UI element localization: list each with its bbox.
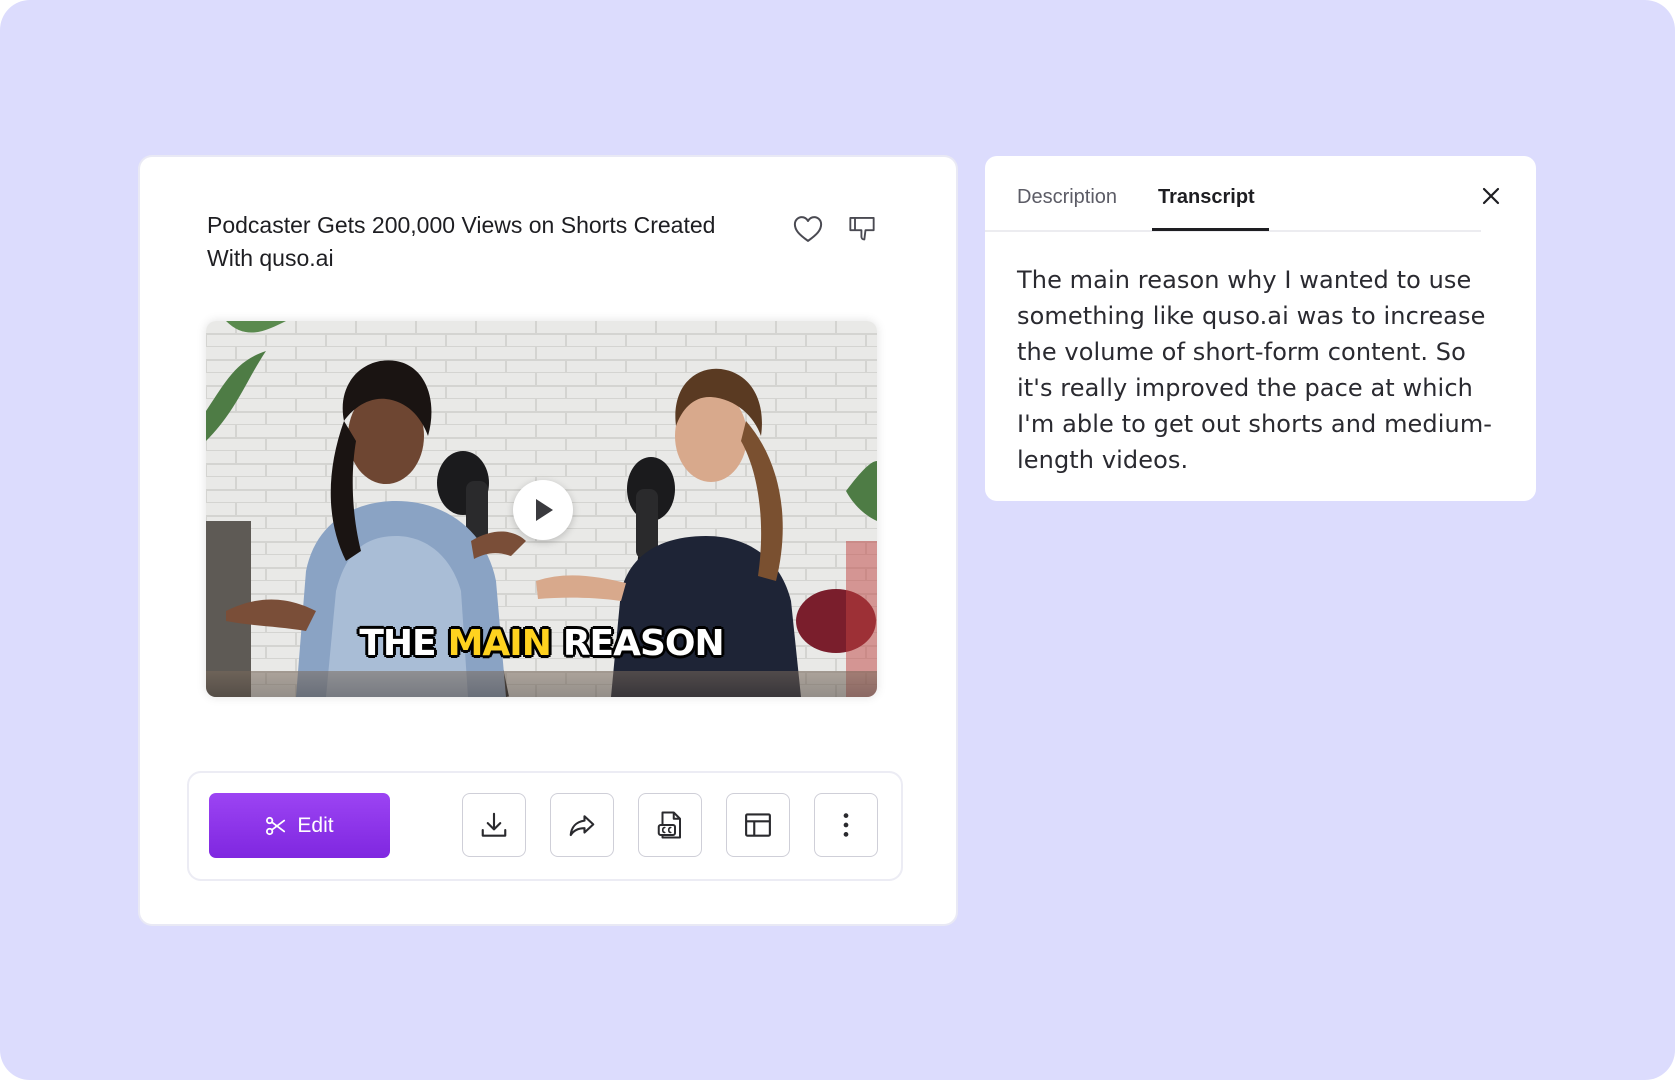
download-icon [481, 812, 507, 837]
download-button[interactable] [462, 793, 526, 857]
transcript-text: The main reason why I wanted to use some… [1017, 266, 1493, 474]
caption-word-highlight: MAIN [447, 623, 552, 664]
tab-transcript[interactable]: Transcript [1158, 186, 1255, 209]
more-options-button[interactable] [814, 793, 878, 857]
close-icon [1482, 187, 1500, 205]
video-title: Podcaster Gets 200,000 Views on Shorts C… [207, 212, 716, 271]
video-card: Podcaster Gets 200,000 Views on Shorts C… [140, 157, 956, 924]
share-icon [569, 815, 595, 837]
active-tab-indicator [1152, 228, 1269, 231]
dislike-button[interactable] [844, 211, 880, 247]
close-button[interactable] [1477, 182, 1505, 210]
captions-file-icon [657, 811, 681, 839]
more-vertical-icon [843, 813, 849, 837]
tab-description[interactable]: Description [1017, 186, 1117, 209]
play-button[interactable] [513, 480, 573, 540]
captions-button[interactable] [638, 793, 702, 857]
scissors-icon [266, 816, 286, 835]
details-panel: Description Transcript The main reason w… [985, 156, 1536, 501]
layout-icon [745, 813, 771, 837]
action-toolbar: Edit [187, 771, 903, 881]
caption-word: THE [359, 623, 436, 664]
like-button[interactable] [790, 211, 826, 247]
share-button[interactable] [550, 793, 614, 857]
heart-icon [793, 216, 823, 242]
layout-button[interactable] [726, 793, 790, 857]
caption-word: REASON [562, 623, 725, 664]
thumbs-down-icon [849, 216, 875, 241]
page-background: Podcaster Gets 200,000 Views on Shorts C… [0, 0, 1675, 1080]
video-player[interactable]: THE MAIN REASON [206, 321, 877, 697]
video-caption: THE MAIN REASON [206, 623, 877, 664]
edit-button-label: Edit [297, 813, 334, 837]
edit-button[interactable]: Edit [209, 793, 390, 858]
play-icon [536, 499, 553, 521]
